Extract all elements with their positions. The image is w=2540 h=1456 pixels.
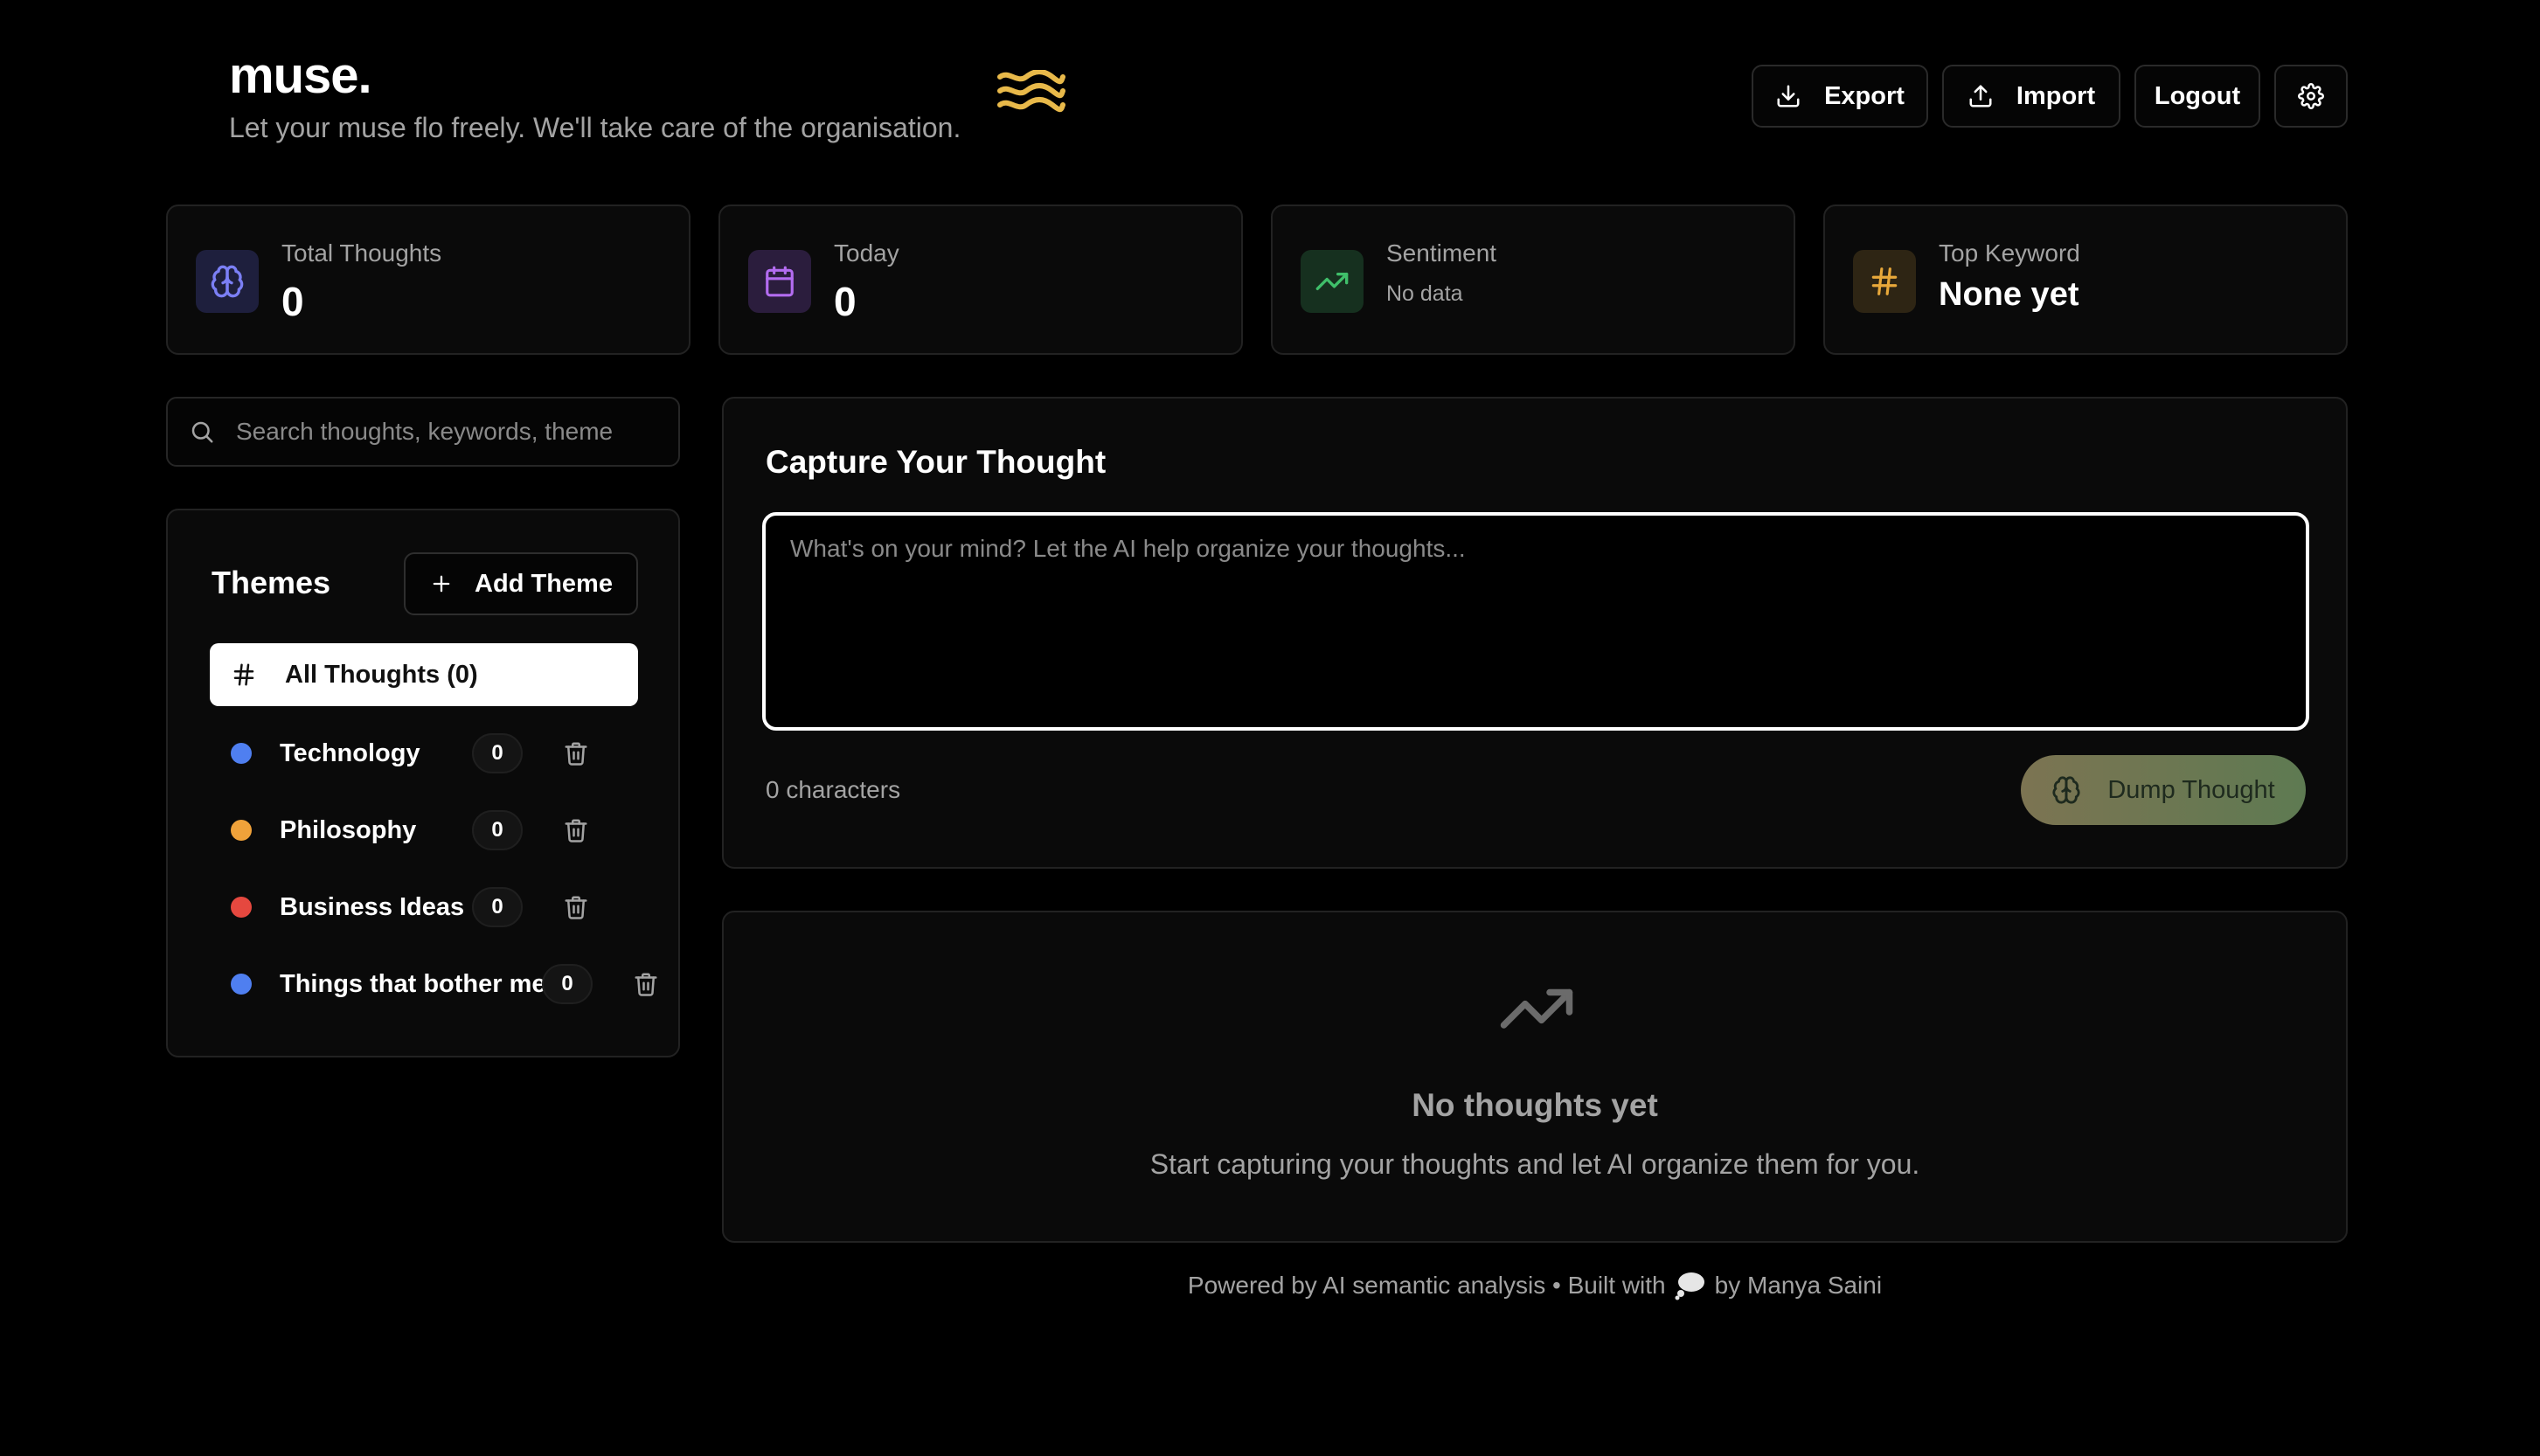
export-button[interactable]: Export [1752,65,1928,128]
add-theme-label: Add Theme [475,569,613,598]
capture-panel: Capture Your Thought 0 characters Dump T… [722,397,2348,869]
stat-card-today: Today 0 [718,205,1243,355]
app-title: muse. [229,47,372,104]
hash-icon [1853,250,1916,313]
stat-value: 0 [834,279,857,324]
theme-count: 0 [472,810,523,850]
theme-item-things-that-bother-me[interactable]: Things that bother me 0 [231,958,657,1010]
hash-icon [231,662,257,688]
trash-icon[interactable] [563,739,589,767]
empty-state-subtitle: Start capturing your thoughts and let AI… [1149,1148,1920,1180]
theme-label: Technology [280,738,420,767]
color-dot [231,897,252,918]
trending-up-icon [1496,986,1577,1038]
footer-text-before: Powered by AI semantic analysis • Built … [1187,1272,1666,1299]
theme-count: 0 [542,964,593,1004]
thoughts-empty-state: No thoughts yet Start capturing your tho… [722,911,2348,1243]
theme-count: 0 [472,733,523,773]
export-label: Export [1824,81,1905,110]
stat-card-sentiment: Sentiment No data [1271,205,1795,355]
calendar-icon [748,250,811,313]
stat-label: Today [834,239,899,267]
theme-item-all[interactable]: All Thoughts (0) [210,643,638,706]
stat-card-total: Total Thoughts 0 [166,205,691,355]
dump-thought-button[interactable]: Dump Thought [2021,755,2306,825]
footer-text-after: by Manya Saini [1714,1272,1883,1299]
thought-textarea[interactable] [762,512,2309,731]
color-dot [231,974,252,995]
stat-card-keyword: Top Keyword None yet [1823,205,2348,355]
import-button[interactable]: Import [1942,65,2120,128]
stat-label: Sentiment [1386,239,1497,267]
stat-label: Top Keyword [1939,239,2080,267]
theme-count: 0 [472,887,523,927]
stat-value: No data [1386,281,1463,306]
search-icon [189,419,215,445]
theme-item-technology[interactable]: Technology 0 [231,727,587,780]
search-box[interactable] [166,397,680,467]
brain-icon [2051,775,2081,805]
search-input[interactable] [234,417,614,447]
dump-thought-label: Dump Thought [2107,775,2275,804]
stat-value: None yet [1939,276,2079,313]
themes-title: Themes [212,565,331,600]
logout-button[interactable]: Logout [2134,65,2260,128]
footer: Powered by AI semantic analysis • Built … [722,1271,2348,1300]
app-tagline: Let your muse flo freely. We'll take car… [229,112,961,143]
trash-icon[interactable] [633,970,659,998]
color-dot [231,820,252,841]
capture-title: Capture Your Thought [766,444,1107,480]
theme-label: Philosophy [280,815,417,844]
character-count: 0 characters [766,776,901,803]
trending-up-icon [1301,250,1364,313]
themes-panel: Themes Add Theme All Thoughts (0) Techno… [166,509,680,1057]
gear-icon [2298,83,2324,109]
brain-icon [196,250,259,313]
plus-icon [429,572,454,596]
thought-bubble-icon [1675,1271,1706,1300]
theme-item-philosophy[interactable]: Philosophy 0 [231,804,587,856]
import-label: Import [2016,81,2096,110]
waves-icon [996,70,1066,121]
add-theme-button[interactable]: Add Theme [404,552,638,615]
trash-icon[interactable] [563,816,589,844]
upload-icon [1967,83,1994,109]
stat-value: 0 [281,279,304,324]
theme-label: All Thoughts (0) [285,660,478,689]
stat-label: Total Thoughts [281,239,442,267]
trash-icon[interactable] [563,893,589,921]
color-dot [231,743,252,764]
settings-button[interactable] [2274,65,2348,128]
empty-state-title: No thoughts yet [1412,1087,1658,1123]
theme-item-business-ideas[interactable]: Business Ideas 0 [231,881,587,933]
download-icon [1775,83,1801,109]
theme-label: Things that bother me [280,969,546,998]
theme-label: Business Ideas [280,892,465,921]
